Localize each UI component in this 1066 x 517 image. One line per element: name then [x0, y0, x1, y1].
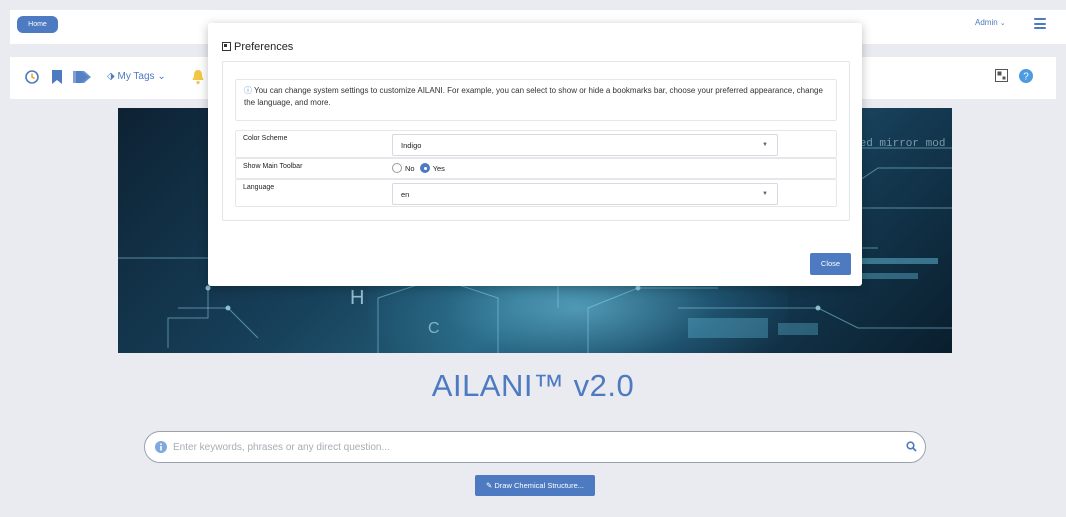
language-row: Language en ▼ — [235, 179, 837, 207]
info-icon[interactable] — [155, 441, 167, 453]
info-icon: ⓘ — [244, 86, 252, 95]
draw-chemical-structure-button[interactable]: ✎ Draw Chemical Structure... — [475, 475, 595, 496]
admin-label: Admin — [975, 18, 998, 27]
tag-icon: ⬗ — [107, 71, 115, 82]
chevron-down-icon: ⌄ — [157, 71, 166, 82]
preferences-icon — [222, 42, 231, 51]
search-icon[interactable] — [906, 441, 917, 452]
toolbar-yes-radio[interactable] — [419, 163, 430, 173]
draw-button-label: Draw Chemical Structure... — [494, 481, 584, 490]
color-scheme-select[interactable]: Indigo ▼ — [392, 134, 778, 156]
info-notice: ⓘ You can change system settings to custo… — [235, 79, 837, 121]
page-title: AILANI™ v2.0 — [431, 368, 635, 403]
color-scheme-value: Indigo — [401, 141, 422, 150]
toolbar-no-radio[interactable] — [392, 163, 402, 173]
modal-title-text: Preferences — [234, 41, 294, 53]
chevron-down-icon: ⌄ — [999, 20, 1006, 27]
svg-text:?: ? — [1023, 72, 1029, 83]
caret-down-icon: ▼ — [762, 191, 768, 197]
language-label: Language — [243, 184, 275, 191]
history-icon[interactable] — [24, 69, 40, 85]
help-icon[interactable]: ? — [1019, 69, 1033, 83]
svg-text:C: C — [428, 320, 440, 337]
bookmark-icon[interactable] — [51, 69, 63, 85]
hamburger-menu-icon[interactable] — [1034, 18, 1046, 29]
show-toolbar-radio-group: No Yes — [392, 163, 445, 173]
hero-code-text: ted mirror mod — [853, 138, 946, 150]
search-bar[interactable] — [144, 431, 926, 463]
color-scheme-row: Color Scheme Indigo ▼ — [235, 130, 837, 158]
close-button[interactable]: Close — [810, 253, 851, 275]
caret-down-icon: ▼ — [762, 142, 768, 148]
color-scheme-label: Color Scheme — [243, 135, 288, 142]
bell-icon[interactable] — [191, 69, 205, 85]
svg-text:H: H — [350, 287, 364, 309]
tags-icon[interactable] — [72, 69, 92, 85]
language-value: en — [401, 190, 410, 199]
pencil-icon: ✎ — [486, 481, 493, 490]
toolbar-no-label[interactable]: No — [405, 164, 415, 173]
notice-text: You can change system settings to custom… — [244, 86, 823, 107]
preferences-modal: Preferences ⓘ You can change system setti… — [208, 23, 862, 286]
home-button[interactable]: Home — [17, 16, 58, 33]
show-toolbar-row: Show Main Toolbar No Yes — [235, 158, 837, 179]
layout-icon[interactable] — [995, 69, 1008, 82]
modal-title: Preferences — [222, 41, 293, 53]
admin-menu[interactable]: Admin ⌄ — [975, 18, 1006, 27]
toolbar-yes-label[interactable]: Yes — [433, 164, 445, 173]
search-input[interactable] — [171, 438, 891, 456]
my-tags-dropdown[interactable]: ⬗ My Tags ⌄ — [107, 71, 166, 82]
language-select[interactable]: en ▼ — [392, 183, 778, 205]
show-toolbar-label: Show Main Toolbar — [243, 163, 303, 170]
my-tags-label: My Tags — [117, 71, 155, 82]
preferences-panel: ⓘ You can change system settings to custo… — [222, 61, 850, 221]
